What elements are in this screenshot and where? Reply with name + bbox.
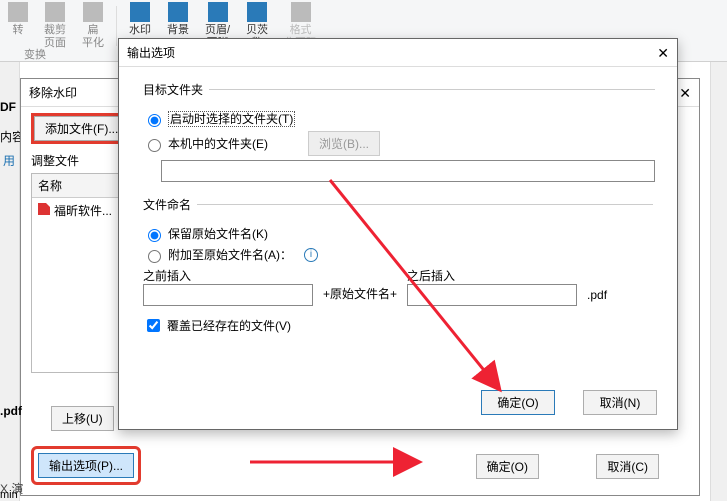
local-folder-radio[interactable]	[148, 139, 161, 152]
keep-name-radio[interactable]	[148, 229, 161, 242]
output-options-highlight: 输出选项(P)...	[31, 446, 141, 485]
overwrite-label[interactable]: 覆盖已经存在的文件(V)	[167, 317, 291, 334]
side-label-pdf: DF	[0, 100, 16, 114]
before-insert-input[interactable]	[143, 284, 313, 306]
launch-folder-label[interactable]: 启动时选择的文件夹(T)	[168, 110, 295, 127]
file-list[interactable]: 名称 福昕软件...	[31, 173, 131, 373]
launch-folder-radio[interactable]	[148, 114, 161, 127]
local-folder-label[interactable]: 本机中的文件夹(E)	[168, 135, 268, 152]
append-name-radio[interactable]	[148, 250, 161, 263]
column-header-name[interactable]: 名称	[32, 174, 130, 198]
overwrite-checkbox[interactable]	[147, 319, 160, 332]
target-folder-group: 目标文件夹 启动时选择的文件夹(T) 本机中的文件夹(E) 浏览(B)...	[143, 81, 655, 190]
after-insert-label: 之后插入	[407, 267, 577, 284]
left-tab[interactable]: 用	[0, 62, 19, 169]
file-naming-group: 文件命名 保留原始文件名(K) 附加至原始文件名(A)： i 之前插入 +原始文…	[143, 196, 653, 343]
file-name: 福昕软件...	[54, 204, 112, 218]
pdf-tab-fragment: .pdf	[0, 404, 22, 418]
pdf-file-icon	[38, 203, 50, 215]
min-fragment: min	[0, 489, 18, 501]
dialog-title: 输出选项	[127, 39, 175, 66]
extension-label: .pdf	[587, 288, 607, 306]
cancel-button[interactable]: 取消(N)	[583, 390, 657, 415]
file-naming-legend: 文件命名	[143, 196, 197, 213]
ok-button[interactable]: 确定(O)	[476, 454, 539, 479]
folder-path-input[interactable]	[161, 160, 655, 182]
keep-name-label[interactable]: 保留原始文件名(K)	[168, 225, 268, 242]
target-folder-legend: 目标文件夹	[143, 81, 209, 98]
file-row[interactable]: 福昕软件...	[32, 198, 130, 223]
cancel-button[interactable]: 取消(C)	[596, 454, 659, 479]
output-options-dialog: 输出选项 ✕ 目标文件夹 启动时选择的文件夹(T) 本机中的文件夹(E) 浏览(…	[118, 38, 678, 430]
before-insert-label: 之前插入	[143, 267, 313, 284]
output-options-button[interactable]: 输出选项(P)...	[38, 453, 134, 478]
dialog-title: 移除水印	[29, 86, 77, 100]
ribbon-item-flatten[interactable]: 扁 平化	[74, 0, 112, 61]
append-name-label[interactable]: 附加至原始文件名(A)：	[168, 246, 292, 263]
move-up-button[interactable]: 上移(U)	[51, 406, 114, 431]
original-name-token: +原始文件名+	[323, 285, 397, 306]
ribbon-group-label: 变换	[24, 46, 46, 62]
scrollbar[interactable]	[710, 62, 727, 501]
close-icon[interactable]: ✕	[657, 39, 669, 66]
info-icon[interactable]: i	[304, 248, 318, 262]
ok-button[interactable]: 确定(O)	[481, 390, 555, 415]
add-file-button[interactable]: 添加文件(F)...	[34, 116, 129, 141]
after-insert-input[interactable]	[407, 284, 577, 306]
browse-button: 浏览(B)...	[308, 131, 380, 156]
close-icon[interactable]: ✕	[679, 79, 691, 107]
